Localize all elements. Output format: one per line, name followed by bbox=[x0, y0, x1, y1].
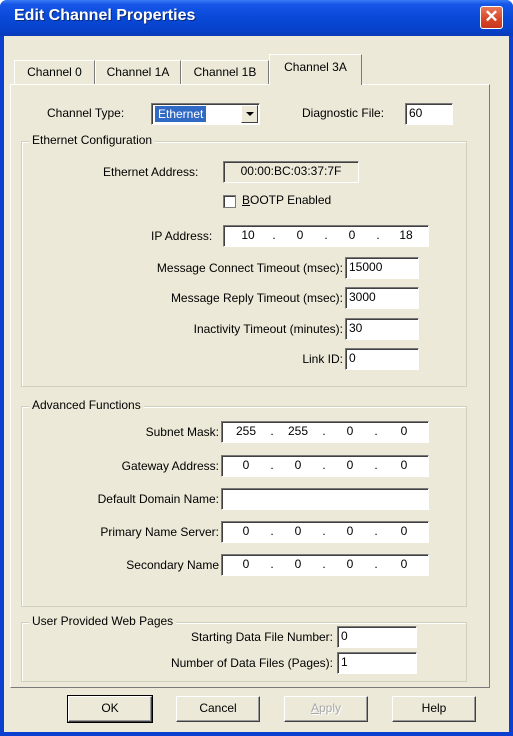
reply-timeout-input[interactable]: 3000 bbox=[345, 287, 419, 309]
gateway-address-input[interactable]: 0 . 0 . 0 . 0 bbox=[221, 455, 429, 477]
ip-dot: . bbox=[322, 557, 326, 571]
secondary-octet-2[interactable]: 0 bbox=[280, 555, 316, 574]
advanced-functions-title: Advanced Functions bbox=[29, 398, 144, 412]
tab-label: Channel 1B bbox=[193, 65, 257, 79]
channel-type-select[interactable]: Ethernet bbox=[151, 103, 260, 125]
primary-octet-4[interactable]: 0 bbox=[386, 522, 422, 541]
tab-label: Channel 0 bbox=[27, 65, 82, 79]
tab-label: Channel 3A bbox=[284, 60, 347, 74]
channel-type-value: Ethernet bbox=[155, 106, 207, 122]
web-pages-title: User Provided Web Pages bbox=[29, 614, 177, 628]
primary-octet-3[interactable]: 0 bbox=[332, 522, 368, 541]
tab-channel-0[interactable]: Channel 0 bbox=[14, 60, 95, 84]
cancel-button-label: Cancel bbox=[199, 701, 237, 715]
ip-octet-3[interactable]: 0 bbox=[334, 226, 370, 245]
secondary-name-label: Secondary Name bbox=[126, 558, 219, 572]
ip-dot: . bbox=[322, 524, 326, 538]
bootp-label[interactable]: BOOTP Enabled bbox=[242, 193, 331, 207]
ip-address-label: IP Address: bbox=[151, 229, 213, 243]
reply-timeout-label: Message Reply Timeout (msec): bbox=[170, 291, 343, 305]
start-data-file-label: Starting Data File Number: bbox=[190, 630, 333, 644]
subnet-mask-input[interactable]: 255 . 255 . 0 . 0 bbox=[221, 421, 429, 443]
default-domain-input[interactable] bbox=[221, 488, 429, 510]
ip-dot: . bbox=[374, 557, 378, 571]
primary-name-server-input[interactable]: 0 . 0 . 0 . 0 bbox=[221, 521, 429, 543]
apply-mnemonic: A bbox=[310, 701, 319, 715]
subnet-octet-1[interactable]: 255 bbox=[228, 422, 264, 441]
primary-octet-2[interactable]: 0 bbox=[280, 522, 316, 541]
default-domain-label: Default Domain Name: bbox=[97, 492, 219, 506]
chevron-down-icon[interactable] bbox=[241, 105, 258, 123]
tab-label: Channel 1A bbox=[106, 65, 170, 79]
ip-octet-2[interactable]: 0 bbox=[282, 226, 318, 245]
gateway-octet-4[interactable]: 0 bbox=[386, 456, 422, 475]
secondary-octet-4[interactable]: 0 bbox=[386, 555, 422, 574]
ip-dot: . bbox=[270, 524, 274, 538]
ip-dot: . bbox=[270, 424, 274, 438]
inactivity-timeout-input[interactable]: 30 bbox=[345, 318, 419, 340]
connect-timeout-input[interactable]: 15000 bbox=[345, 257, 419, 279]
gateway-octet-2[interactable]: 0 bbox=[280, 456, 316, 475]
connect-timeout-label: Message Connect Timeout (msec): bbox=[156, 261, 343, 275]
ip-dot: . bbox=[374, 458, 378, 472]
ip-octet-4[interactable]: 18 bbox=[388, 226, 424, 245]
ip-dot: . bbox=[270, 557, 274, 571]
tab-channel-3a[interactable]: Channel 3A bbox=[269, 54, 362, 85]
cancel-button[interactable]: Cancel bbox=[176, 696, 260, 722]
data-file-count-label: Number of Data Files (Pages): bbox=[170, 656, 333, 670]
ip-dot: . bbox=[322, 458, 326, 472]
ip-dot: . bbox=[376, 228, 380, 242]
ip-dot: . bbox=[322, 424, 326, 438]
bootp-mnemonic: B bbox=[242, 193, 251, 207]
subnet-octet-4[interactable]: 0 bbox=[386, 422, 422, 441]
ethernet-address-field: 00:00:BC:03:37:7F bbox=[223, 161, 359, 183]
diagnostic-file-input[interactable]: 60 bbox=[405, 103, 453, 125]
ok-button-label: OK bbox=[101, 701, 119, 715]
close-button[interactable]: ✕ bbox=[480, 6, 503, 29]
ethernet-config-title: Ethernet Configuration bbox=[29, 133, 156, 147]
tab-panel: Channel Type: Ethernet Diagnostic File: … bbox=[10, 84, 490, 688]
ip-dot: . bbox=[270, 458, 274, 472]
link-id-input[interactable]: 0 bbox=[345, 348, 419, 370]
tab-channel-1b[interactable]: Channel 1B bbox=[181, 60, 269, 84]
channel-type-label: Channel Type: bbox=[47, 106, 125, 120]
data-file-count-input[interactable]: 1 bbox=[337, 652, 417, 674]
subnet-mask-label: Subnet Mask: bbox=[145, 425, 219, 439]
inactivity-timeout-label: Inactivity Timeout (minutes): bbox=[193, 322, 343, 336]
dialog-client-area: Channel 0 Channel 1A Channel 1B Channel … bbox=[4, 36, 509, 732]
ok-button[interactable]: OK bbox=[67, 695, 153, 723]
apply-button-label: pply bbox=[319, 701, 342, 715]
ip-dot: . bbox=[272, 228, 276, 242]
subnet-octet-3[interactable]: 0 bbox=[332, 422, 368, 441]
close-icon: ✕ bbox=[484, 7, 499, 26]
bootp-checkbox[interactable] bbox=[223, 195, 236, 208]
primary-octet-1[interactable]: 0 bbox=[228, 522, 264, 541]
bootp-label-rest: OOTP Enabled bbox=[250, 193, 332, 207]
gateway-octet-3[interactable]: 0 bbox=[332, 456, 368, 475]
apply-button[interactable]: Apply bbox=[284, 696, 368, 722]
tab-channel-1a[interactable]: Channel 1A bbox=[95, 60, 181, 84]
secondary-octet-1[interactable]: 0 bbox=[228, 555, 264, 574]
ip-address-input[interactable]: 10 . 0 . 0 . 18 bbox=[223, 225, 429, 247]
title-bar[interactable]: Edit Channel Properties ✕ bbox=[0, 0, 513, 36]
gateway-address-label: Gateway Address: bbox=[121, 459, 219, 473]
secondary-octet-3[interactable]: 0 bbox=[332, 555, 368, 574]
ip-dot: . bbox=[374, 424, 378, 438]
diagnostic-file-label: Diagnostic File: bbox=[302, 106, 385, 120]
window-title: Edit Channel Properties bbox=[14, 7, 196, 24]
primary-name-server-label: Primary Name Server: bbox=[100, 525, 219, 539]
ip-dot: . bbox=[374, 524, 378, 538]
subnet-octet-2[interactable]: 255 bbox=[280, 422, 316, 441]
secondary-name-input[interactable]: 0 . 0 . 0 . 0 bbox=[221, 554, 429, 576]
gateway-octet-1[interactable]: 0 bbox=[228, 456, 264, 475]
ethernet-address-label: Ethernet Address: bbox=[103, 165, 199, 179]
ip-octet-1[interactable]: 10 bbox=[230, 226, 266, 245]
start-data-file-input[interactable]: 0 bbox=[337, 626, 417, 648]
dialog-window: Edit Channel Properties ✕ Channel 0 Chan… bbox=[0, 0, 513, 736]
help-button-label: Help bbox=[421, 701, 447, 715]
help-button[interactable]: Help bbox=[392, 696, 476, 722]
link-id-label: Link ID: bbox=[302, 352, 343, 366]
ip-dot: . bbox=[324, 228, 328, 242]
